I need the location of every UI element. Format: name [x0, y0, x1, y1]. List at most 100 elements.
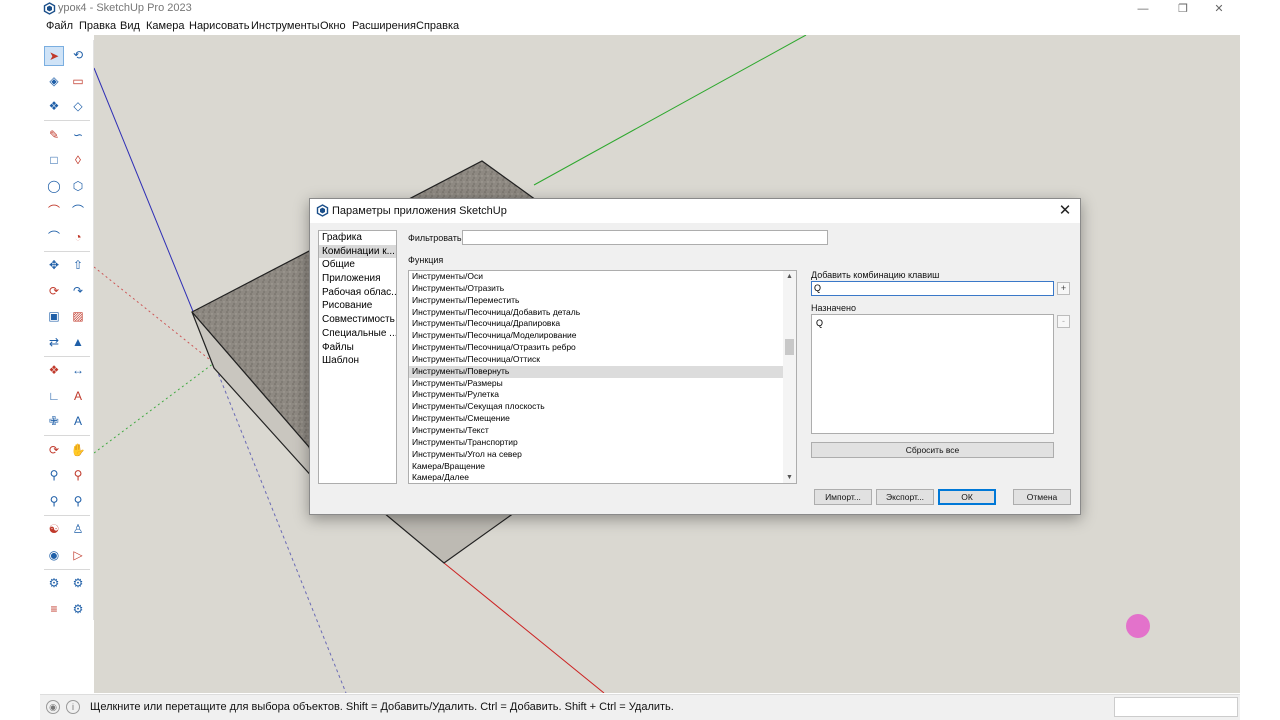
freehand-icon[interactable]: ∽	[68, 126, 88, 146]
layout-icon[interactable]: ≡	[44, 600, 64, 620]
function-item[interactable]: Инструменты/Размеры	[409, 378, 796, 390]
zoom-icon[interactable]: ⚲	[44, 466, 64, 486]
protractor-icon[interactable]: ∟	[44, 387, 64, 407]
tag-icon[interactable]: ◇	[68, 97, 88, 117]
rotate-icon[interactable]: ⟳	[44, 282, 64, 302]
offset-icon[interactable]: ▨	[68, 307, 88, 327]
lasso-icon[interactable]: ⟲	[68, 46, 88, 66]
function-item[interactable]: Инструменты/Оси	[409, 271, 796, 283]
menu-edit[interactable]: Правка	[79, 20, 116, 32]
scale-icon[interactable]: ▣	[44, 307, 64, 327]
warehouse-icon[interactable]: ⚙	[44, 574, 64, 594]
minimize-icon[interactable]: —	[1126, 0, 1160, 18]
eraser-icon[interactable]: ▭	[68, 72, 88, 92]
select-icon[interactable]: ➤	[44, 46, 64, 66]
extension-warehouse-icon[interactable]: ⚙	[68, 574, 88, 594]
rotated-rectangle-icon[interactable]: ◊	[68, 151, 88, 171]
two-point-arc-icon[interactable]: ⌒	[68, 202, 88, 222]
zoom-window-icon[interactable]: ⚲	[68, 466, 88, 486]
export-button[interactable]: Экспорт...	[876, 489, 934, 505]
zoom-extents-icon[interactable]: ⚲	[44, 492, 64, 512]
menu-extensions[interactable]: Расширения	[352, 20, 416, 32]
function-item[interactable]: Инструменты/Смещение	[409, 413, 796, 425]
filter-input[interactable]	[462, 230, 828, 245]
assigned-item[interactable]: Q	[812, 315, 1053, 328]
category-item[interactable]: Рабочая облас...	[319, 286, 396, 300]
cancel-button[interactable]: Отмена	[1013, 489, 1071, 505]
function-item[interactable]: Инструменты/Транспортир	[409, 437, 796, 449]
extension-manager-icon[interactable]: ⚙	[68, 600, 88, 620]
function-item[interactable]: Инструменты/Отразить	[409, 283, 796, 295]
circle-icon[interactable]: ◯	[44, 177, 64, 197]
close-icon[interactable]: ✕	[1202, 0, 1236, 18]
follow-me-icon[interactable]: ↷	[68, 282, 88, 302]
orbit-icon[interactable]: ⟳	[44, 441, 64, 461]
paint-bucket-icon[interactable]: ◈	[44, 72, 64, 92]
add-shortcut-input[interactable]: Q	[811, 281, 1054, 296]
look-around-icon[interactable]: ◉	[44, 546, 64, 566]
function-item[interactable]: Камера/Вращение	[409, 461, 796, 473]
solid-tools-icon[interactable]: ▲	[68, 333, 88, 353]
function-item[interactable]: Инструменты/Песочница/Добавить деталь	[409, 307, 796, 319]
menu-draw[interactable]: Нарисовать	[189, 20, 249, 32]
function-item[interactable]: Инструменты/Песочница/Отразить ребро	[409, 342, 796, 354]
function-item[interactable]: Инструменты/Угол на север	[409, 449, 796, 461]
remove-shortcut-button[interactable]: -	[1057, 315, 1070, 328]
category-item[interactable]: Приложения	[319, 272, 396, 286]
scroll-thumb[interactable]	[785, 339, 794, 355]
geo-location-icon[interactable]: ◉	[46, 700, 60, 714]
function-item[interactable]: Инструменты/Переместить	[409, 295, 796, 307]
make-component-icon[interactable]: ❖	[44, 97, 64, 117]
pan-icon[interactable]: ✋	[68, 441, 88, 461]
three-point-arc-icon[interactable]: ⌒	[44, 228, 64, 248]
previous-view-icon[interactable]: ⚲	[68, 492, 88, 512]
ok-button[interactable]: ОК	[938, 489, 996, 505]
category-item[interactable]: Комбинации к...	[319, 244, 396, 259]
function-item[interactable]: Инструменты/Рулетка	[409, 389, 796, 401]
add-shortcut-button[interactable]: +	[1057, 282, 1070, 295]
function-scrollbar[interactable]: ▲ ▼	[783, 271, 796, 483]
function-item[interactable]: Инструменты/Текст	[409, 425, 796, 437]
pie-icon[interactable]: ◔	[68, 228, 88, 248]
tape-measure-icon[interactable]: ❖	[44, 361, 64, 381]
function-item[interactable]: Инструменты/Песочница/Моделирование	[409, 330, 796, 342]
push-pull-icon[interactable]: ⇧	[68, 256, 88, 276]
menu-view[interactable]: Вид	[120, 20, 140, 32]
menu-file[interactable]: Файл	[46, 20, 73, 32]
info-icon[interactable]: i	[66, 700, 80, 714]
pencil-icon[interactable]: ✎	[44, 126, 64, 146]
close-icon[interactable]: ✕	[1056, 202, 1074, 220]
menu-tools[interactable]: Инструменты	[251, 20, 320, 32]
category-item[interactable]: Шаблон	[319, 354, 396, 368]
menu-window[interactable]: Окно	[320, 20, 346, 32]
function-item[interactable]: Инструменты/Повернуть	[409, 365, 796, 378]
rectangle-icon[interactable]: □	[44, 151, 64, 171]
chevron-up-icon[interactable]: ▲	[783, 271, 796, 282]
function-item[interactable]: Камера/Далее	[409, 472, 796, 483]
category-item[interactable]: Файлы	[319, 341, 396, 355]
move-icon[interactable]: ✥	[44, 256, 64, 276]
function-item[interactable]: Инструменты/Секущая плоскость	[409, 401, 796, 413]
arc-icon[interactable]: ⌒	[44, 202, 64, 222]
3d-text-icon[interactable]: A	[68, 412, 88, 432]
axes-icon[interactable]: ✙	[44, 412, 64, 432]
menu-camera[interactable]: Камера	[146, 20, 184, 32]
flip-icon[interactable]: ⇄	[44, 333, 64, 353]
category-item[interactable]: Рисование	[319, 299, 396, 313]
polygon-icon[interactable]: ⬡	[68, 177, 88, 197]
import-button[interactable]: Импорт...	[814, 489, 872, 505]
measurements-box[interactable]	[1114, 697, 1238, 717]
position-camera-icon[interactable]: ☯	[44, 520, 64, 540]
category-item[interactable]: Графика	[319, 231, 396, 245]
category-item[interactable]: Общие	[319, 258, 396, 272]
menu-help[interactable]: Справка	[416, 20, 459, 32]
category-item[interactable]: Специальные ...	[319, 327, 396, 341]
chevron-down-icon[interactable]: ▼	[783, 472, 796, 483]
restore-icon[interactable]: ❐	[1166, 0, 1200, 18]
dimension-icon[interactable]: ↔	[68, 361, 88, 381]
text-icon[interactable]: A	[68, 387, 88, 407]
reset-all-button[interactable]: Сбросить все	[811, 442, 1054, 458]
category-item[interactable]: Совместимость	[319, 313, 396, 327]
function-item[interactable]: Инструменты/Песочница/Оттиск	[409, 354, 796, 366]
section-plane-icon[interactable]: ▷	[68, 546, 88, 566]
